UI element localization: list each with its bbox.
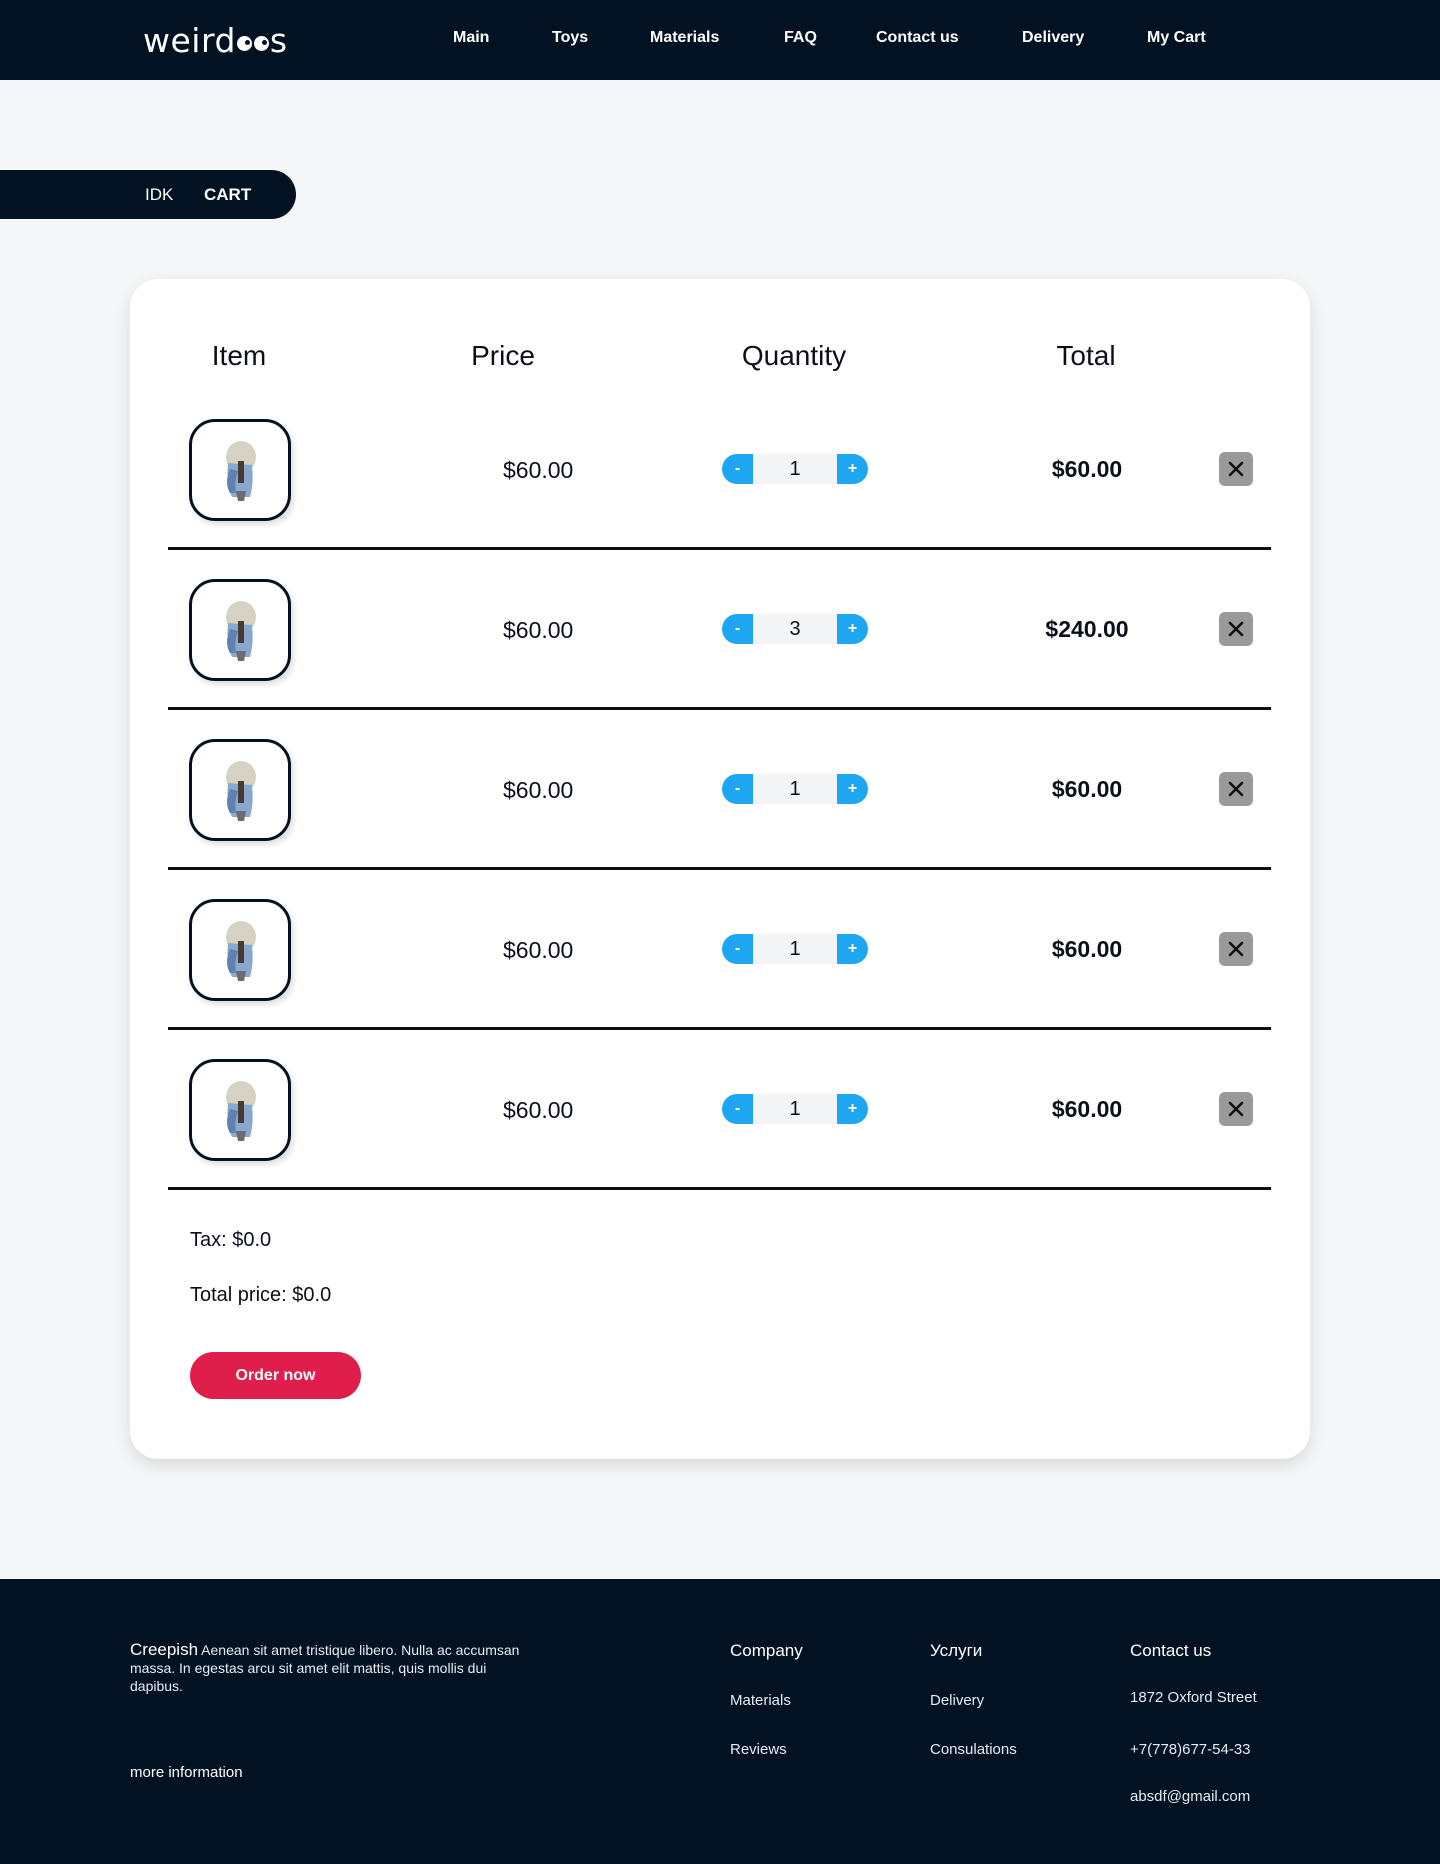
nav-my-cart[interactable]: My Cart	[1147, 29, 1206, 47]
quantity-stepper: - 3 +	[722, 614, 868, 644]
cart-row: $60.00 - 1 + $60.00	[130, 880, 1310, 1040]
toy-figure-icon	[226, 921, 256, 981]
remove-item-button[interactable]	[1219, 612, 1253, 646]
footer-link-delivery[interactable]: Delivery	[930, 1692, 984, 1709]
decrease-quantity-button[interactable]: -	[722, 774, 753, 804]
breadcrumb: IDK CART	[0, 170, 296, 219]
footer-brand: Creepish	[130, 1640, 199, 1659]
decrease-quantity-button[interactable]: -	[722, 1094, 753, 1124]
decrease-quantity-button[interactable]: -	[722, 614, 753, 644]
remove-item-button[interactable]	[1219, 772, 1253, 806]
close-icon	[1228, 461, 1244, 477]
footer-link-consultations[interactable]: Consulations	[930, 1741, 1017, 1758]
footer-services-heading: Услуги	[930, 1641, 983, 1660]
item-price: $60.00	[503, 457, 574, 483]
quantity-value[interactable]: 3	[753, 614, 837, 644]
quantity-stepper: - 1 +	[722, 774, 868, 804]
increase-quantity-button[interactable]: +	[837, 934, 868, 964]
cart-row: $60.00 - 1 + $60.00	[130, 400, 1310, 560]
close-icon	[1228, 781, 1244, 797]
nav-faq[interactable]: FAQ	[784, 29, 817, 47]
cart-row: $60.00 - 3 + $240.00	[130, 560, 1310, 720]
footer-contact-heading: Contact us	[1130, 1641, 1212, 1660]
quantity-stepper: - 1 +	[722, 1094, 868, 1124]
nav-toys[interactable]: Toys	[552, 29, 588, 47]
breadcrumb-current: CART	[204, 185, 252, 204]
close-icon	[1228, 941, 1244, 957]
toy-figure-icon	[226, 441, 256, 501]
footer-phone[interactable]: +7(778)677-54-33	[1130, 1741, 1251, 1758]
nav-materials[interactable]: Materials	[650, 29, 719, 47]
line-total: $60.00	[1051, 456, 1123, 482]
increase-quantity-button[interactable]: +	[837, 614, 868, 644]
decrease-quantity-button[interactable]: -	[722, 934, 753, 964]
column-header-quantity: Quantity	[741, 340, 847, 371]
item-price: $60.00	[503, 1097, 574, 1123]
footer-company-heading: Company	[730, 1641, 803, 1660]
row-divider	[168, 707, 1271, 710]
line-total: $60.00	[1051, 1096, 1123, 1122]
decrease-quantity-button[interactable]: -	[722, 454, 753, 484]
footer-address: 1872 Oxford Street	[1130, 1689, 1257, 1706]
close-icon	[1228, 1101, 1244, 1117]
increase-quantity-button[interactable]: +	[837, 774, 868, 804]
order-now-button[interactable]: Order now	[190, 1352, 361, 1399]
line-total: $60.00	[1051, 936, 1123, 962]
row-divider	[168, 1027, 1271, 1030]
breadcrumb-parent[interactable]: IDK	[145, 185, 173, 205]
row-divider	[168, 1187, 1271, 1190]
quantity-value[interactable]: 1	[753, 774, 837, 804]
close-icon	[1228, 621, 1244, 637]
line-total: $60.00	[1051, 776, 1123, 802]
increase-quantity-button[interactable]: +	[837, 454, 868, 484]
cart-row: $60.00 - 1 + $60.00	[130, 1040, 1310, 1200]
item-thumbnail[interactable]	[189, 739, 291, 841]
toy-figure-icon	[226, 1081, 256, 1141]
total-price-summary: Total price: $0.0	[190, 1284, 332, 1306]
quantity-value[interactable]: 1	[753, 454, 837, 484]
item-price: $60.00	[503, 777, 574, 803]
footer-about: Creepish Aenean sit amet tristique liber…	[130, 1641, 530, 1695]
nav-delivery[interactable]: Delivery	[1022, 29, 1084, 47]
remove-item-button[interactable]	[1219, 932, 1253, 966]
quantity-stepper: - 1 +	[722, 454, 868, 484]
line-total: $240.00	[1045, 616, 1129, 642]
increase-quantity-button[interactable]: +	[837, 1094, 868, 1124]
main-nav: Main Toys Materials FAQ Contact us Deliv…	[0, 0, 1440, 80]
column-header-item: Item	[211, 340, 267, 371]
row-divider	[168, 867, 1271, 870]
nav-contact-us[interactable]: Contact us	[876, 29, 959, 47]
quantity-value[interactable]: 1	[753, 1094, 837, 1124]
item-thumbnail[interactable]	[189, 579, 291, 681]
cart-row: $60.00 - 1 + $60.00	[130, 720, 1310, 880]
tax-summary: Tax: $0.0	[190, 1229, 272, 1251]
site-header: weird s Main Toys Materials FAQ Contact …	[0, 0, 1440, 80]
site-footer: Creepish Aenean sit amet tristique liber…	[0, 1579, 1440, 1864]
more-information-link[interactable]: more information	[130, 1764, 243, 1781]
footer-link-materials[interactable]: Materials	[730, 1692, 791, 1709]
remove-item-button[interactable]	[1219, 452, 1253, 486]
quantity-value[interactable]: 1	[753, 934, 837, 964]
remove-item-button[interactable]	[1219, 1092, 1253, 1126]
column-header-price: Price	[471, 340, 535, 371]
item-price: $60.00	[503, 937, 574, 963]
toy-figure-icon	[226, 601, 256, 661]
item-thumbnail[interactable]	[189, 419, 291, 521]
row-divider	[168, 547, 1271, 550]
toy-figure-icon	[226, 761, 256, 821]
footer-email[interactable]: absdf@gmail.com	[1130, 1788, 1250, 1805]
item-thumbnail[interactable]	[189, 899, 291, 1001]
footer-link-reviews[interactable]: Reviews	[730, 1741, 787, 1758]
item-thumbnail[interactable]	[189, 1059, 291, 1161]
quantity-stepper: - 1 +	[722, 934, 868, 964]
item-price: $60.00	[503, 617, 574, 643]
column-header-total: Total	[1056, 340, 1116, 371]
nav-main[interactable]: Main	[453, 29, 489, 47]
